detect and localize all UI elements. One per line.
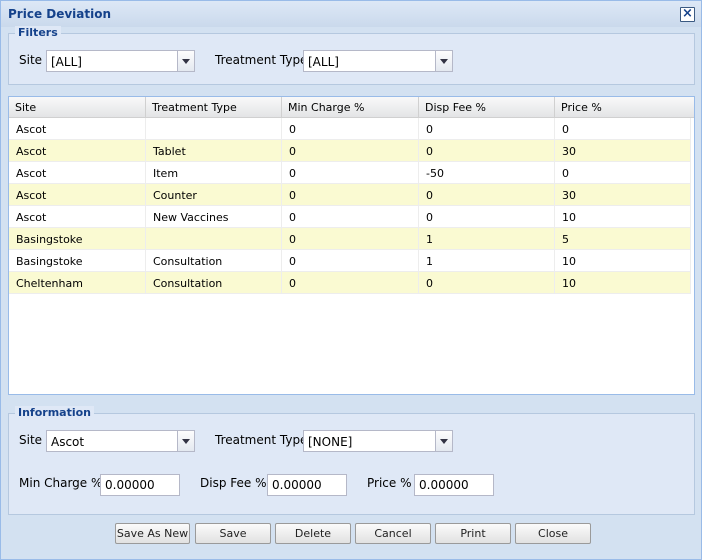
cell-treatment-type <box>146 118 282 139</box>
cell-price: 30 <box>555 184 691 205</box>
cell-treatment-type: Tablet <box>146 140 282 161</box>
cell-price: 0 <box>555 162 691 183</box>
price-deviation-grid: Site Treatment Type Min Charge % Disp Fe… <box>8 96 695 395</box>
cell-site: Ascot <box>9 118 146 139</box>
cell-min-charge: 0 <box>282 184 419 205</box>
cell-disp-fee: 0 <box>419 272 555 293</box>
cell-treatment-type: Consultation <box>146 250 282 271</box>
info-site-combo[interactable]: Ascot <box>46 430 195 452</box>
close-button[interactable]: Close <box>515 523 591 544</box>
cell-treatment-type: Item <box>146 162 282 183</box>
info-treatment-combo[interactable]: [NONE] <box>303 430 453 452</box>
info-site-value: Ascot <box>51 435 85 449</box>
min-charge-label: Min Charge % <box>19 476 103 490</box>
cell-site: Basingstoke <box>9 228 146 249</box>
cell-min-charge: 0 <box>282 162 419 183</box>
cell-price: 30 <box>555 140 691 161</box>
info-site-label: Site <box>19 433 43 447</box>
cell-min-charge: 0 <box>282 228 419 249</box>
info-treatment-label: Treatment Type <box>215 433 308 447</box>
cell-min-charge: 0 <box>282 140 419 161</box>
filter-treatment-label: Treatment Type <box>215 53 308 67</box>
table-row[interactable]: Cheltenham Consultation 0 0 10 <box>9 272 691 294</box>
disp-fee-label: Disp Fee % <box>200 476 267 490</box>
price-field[interactable] <box>414 474 494 496</box>
column-header-site[interactable]: Site <box>9 97 146 117</box>
table-row[interactable]: Ascot New Vaccines 0 0 10 <box>9 206 691 228</box>
save-as-new-button[interactable]: Save As New <box>115 523 190 544</box>
price-label: Price % <box>367 476 412 490</box>
cell-treatment-type: New Vaccines <box>146 206 282 227</box>
cell-min-charge: 0 <box>282 206 419 227</box>
filter-treatment-combo[interactable]: [ALL] <box>303 50 453 72</box>
table-row[interactable]: Basingstoke 0 1 5 <box>9 228 691 250</box>
chevron-down-icon[interactable] <box>435 51 452 71</box>
grid-header: Site Treatment Type Min Charge % Disp Fe… <box>9 97 694 118</box>
cell-site: Cheltenham <box>9 272 146 293</box>
chevron-down-icon[interactable] <box>177 51 194 71</box>
disp-fee-input[interactable] <box>268 475 346 495</box>
grid-scroll-area[interactable] <box>691 118 694 394</box>
filter-treatment-value: [ALL] <box>308 55 339 69</box>
disp-fee-field[interactable] <box>267 474 347 496</box>
cell-disp-fee: 1 <box>419 228 555 249</box>
table-row[interactable]: Ascot Tablet 0 0 30 <box>9 140 691 162</box>
cell-disp-fee: 0 <box>419 140 555 161</box>
min-charge-field[interactable] <box>100 474 180 496</box>
cell-treatment-type: Counter <box>146 184 282 205</box>
print-button[interactable]: Print <box>435 523 511 544</box>
filters-legend: Filters <box>15 26 61 39</box>
cell-price: 0 <box>555 118 691 139</box>
cell-min-charge: 0 <box>282 272 419 293</box>
save-button[interactable]: Save <box>195 523 271 544</box>
cell-price: 10 <box>555 206 691 227</box>
chevron-down-icon[interactable] <box>177 431 194 451</box>
cell-min-charge: 0 <box>282 118 419 139</box>
cell-disp-fee: -50 <box>419 162 555 183</box>
column-header-price[interactable]: Price % <box>555 97 694 117</box>
filter-site-combo[interactable]: [ALL] <box>46 50 195 72</box>
information-panel: Information Site Ascot Treatment Type [N… <box>8 406 695 515</box>
filter-site-label: Site <box>19 53 43 67</box>
price-input[interactable] <box>415 475 493 495</box>
column-header-min-charge[interactable]: Min Charge % <box>282 97 419 117</box>
delete-button[interactable]: Delete <box>275 523 351 544</box>
chevron-down-icon[interactable] <box>435 431 452 451</box>
cell-disp-fee: 1 <box>419 250 555 271</box>
cancel-button[interactable]: Cancel <box>355 523 431 544</box>
table-row[interactable]: Basingstoke Consultation 0 1 10 <box>9 250 691 272</box>
column-header-treatment-type[interactable]: Treatment Type <box>146 97 282 117</box>
cell-site: Basingstoke <box>9 250 146 271</box>
table-row[interactable]: Ascot Item 0 -50 0 <box>9 162 691 184</box>
cell-disp-fee: 0 <box>419 206 555 227</box>
cell-treatment-type <box>146 228 282 249</box>
filters-panel: Filters Site [ALL] Treatment Type [ALL] <box>8 26 695 85</box>
cell-site: Ascot <box>9 184 146 205</box>
table-row[interactable]: Ascot 0 0 0 <box>9 118 691 140</box>
title-bar[interactable]: Price Deviation × <box>1 1 701 27</box>
cell-min-charge: 0 <box>282 250 419 271</box>
cell-price: 5 <box>555 228 691 249</box>
information-legend: Information <box>15 406 94 419</box>
column-header-disp-fee[interactable]: Disp Fee % <box>419 97 555 117</box>
cell-site: Ascot <box>9 206 146 227</box>
cell-price: 10 <box>555 272 691 293</box>
cell-disp-fee: 0 <box>419 184 555 205</box>
min-charge-input[interactable] <box>101 475 179 495</box>
info-treatment-value: [NONE] <box>308 435 353 449</box>
table-row[interactable]: Ascot Counter 0 0 30 <box>9 184 691 206</box>
close-icon[interactable]: × <box>680 7 695 22</box>
cell-price: 10 <box>555 250 691 271</box>
window-title: Price Deviation <box>8 7 112 21</box>
cell-site: Ascot <box>9 162 146 183</box>
cell-site: Ascot <box>9 140 146 161</box>
filter-site-value: [ALL] <box>51 55 82 69</box>
price-deviation-window: Price Deviation × Filters Site [ALL] Tre… <box>0 0 702 560</box>
cell-treatment-type: Consultation <box>146 272 282 293</box>
cell-disp-fee: 0 <box>419 118 555 139</box>
